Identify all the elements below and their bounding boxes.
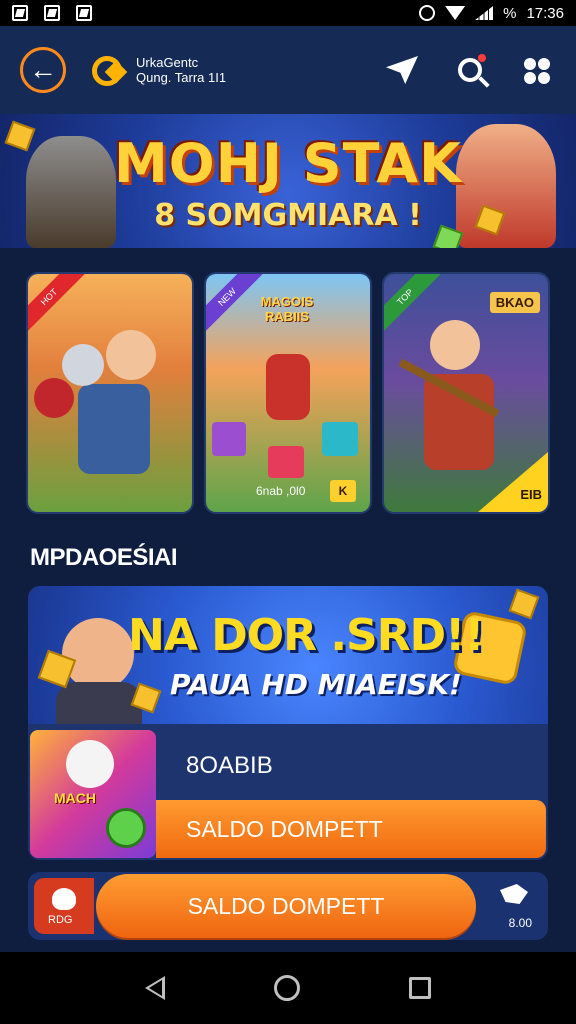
status-time: 17:36 — [526, 4, 564, 22]
send-button[interactable] — [384, 52, 420, 88]
banner-subtitle: 8 SOMGMIARA ! — [154, 198, 422, 233]
sim-icon — [44, 5, 60, 21]
brand-logo-icon — [92, 56, 126, 86]
signal-icon — [475, 6, 494, 20]
action-right-label: 8.00 — [508, 916, 532, 930]
gift-box-icon — [268, 446, 304, 478]
fruit-icon — [52, 888, 76, 910]
hammer-icon — [34, 378, 74, 418]
search-button[interactable] — [452, 52, 488, 88]
gallery-icon — [76, 5, 92, 21]
wallet-balance-button[interactable]: SALDO DOMPETT — [156, 800, 546, 858]
promo-code-label: 8OABIB — [186, 752, 273, 779]
battery-text: % — [503, 4, 517, 22]
card-corner-label: EIB — [520, 487, 542, 502]
brand: UrkaGentc Qung. Tarra 1I1 — [92, 55, 227, 86]
card-character-head — [430, 320, 480, 370]
brand-line2: Qung. Tarra 1I1 — [136, 70, 227, 85]
card-character — [266, 354, 310, 420]
nav-recents-icon[interactable] — [409, 977, 432, 999]
promo-character-body — [56, 682, 142, 724]
banner-title: MOHJ STAK — [114, 132, 462, 195]
gift-box-icon — [322, 422, 358, 456]
arrow-left-icon: ← — [29, 54, 57, 85]
promo-panel: NA DOR .SRD!! PAUA HD MIAEISK! MACH 8OAB… — [28, 586, 548, 860]
status-bar: % 17:36 — [0, 0, 576, 26]
card-character-head — [106, 330, 156, 380]
card-helmet — [62, 344, 104, 386]
game-card-row: HOT NEW MAGOIS RABIIS 6nab ,0l0 K TOP BK… — [28, 274, 548, 512]
card-caption: 6nab ,0l0 — [256, 484, 306, 498]
system-nav-bar — [0, 952, 576, 1024]
card-tag: BKAO — [489, 292, 540, 313]
users-button[interactable] — [520, 52, 556, 88]
nav-home-icon[interactable] — [273, 975, 300, 1001]
action-left-label: RDG — [48, 914, 73, 926]
card-ribbon: HOT — [28, 274, 88, 336]
card-title: MAGOIS RABIIS — [260, 294, 314, 324]
action-bar: RDG SALDO DOMPETT 8.00 — [28, 872, 548, 940]
nav-back-icon[interactable] — [144, 976, 165, 1000]
notification-icon — [12, 5, 28, 21]
card-badge: K — [330, 480, 356, 502]
card-ribbon: TOP — [384, 274, 444, 336]
card-character — [78, 384, 150, 474]
search-icon — [458, 58, 482, 82]
gold-cube-icon — [508, 588, 540, 620]
promo-title: NA DOR .SRD!! — [128, 610, 484, 661]
game-card[interactable]: NEW MAGOIS RABIIS 6nab ,0l0 K — [206, 274, 370, 512]
promo-character — [62, 618, 134, 690]
promo-thumbnail[interactable]: MACH — [30, 730, 156, 858]
game-card[interactable]: TOP BKAO EIB — [384, 274, 548, 512]
alarm-icon — [419, 5, 436, 21]
section-title: MPDAOEŚIAI — [30, 544, 178, 571]
wallet-button[interactable]: SALDO DOMPETT — [96, 874, 476, 938]
gem-icon[interactable] — [500, 884, 528, 904]
coin-icon — [106, 808, 146, 848]
promo-subtitle: PAUA HD MIAEISK! — [170, 668, 462, 701]
wifi-icon — [445, 6, 466, 20]
users-icon — [524, 56, 552, 84]
thumb-character-head — [66, 740, 114, 788]
hero-banner[interactable]: MOHJ STAK 8 SOMGMIARA ! — [0, 114, 576, 248]
promo-banner[interactable]: NA DOR .SRD!! PAUA HD MIAEISK! — [28, 586, 548, 724]
back-button[interactable]: ← — [20, 47, 66, 93]
action-left-button[interactable]: RDG — [34, 878, 94, 934]
notification-dot — [478, 54, 486, 62]
game-card[interactable]: HOT — [28, 274, 192, 512]
gift-box-icon — [212, 422, 246, 456]
brand-line1: UrkaGentc — [136, 55, 199, 70]
send-icon — [386, 56, 418, 84]
promo-footer: MACH 8OABIB SALDO DOMPETT — [28, 724, 548, 860]
thumb-label: MACH — [54, 790, 96, 806]
app-header: ← UrkaGentc Qung. Tarra 1I1 — [0, 26, 576, 114]
